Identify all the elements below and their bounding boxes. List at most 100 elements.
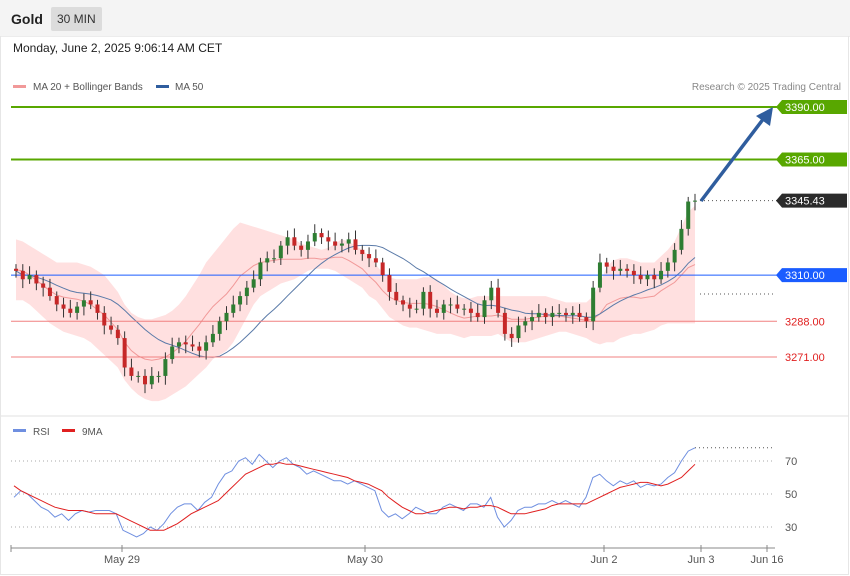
rsi-legend-label: RSI [33, 427, 50, 438]
candle-body [312, 233, 317, 242]
candle-body [14, 268, 18, 271]
copyright-text: Research © 2025 Trading Central [692, 82, 841, 93]
candle-body [373, 258, 378, 263]
candle-body [686, 201, 691, 229]
candle-body [591, 287, 596, 322]
ma9-legend-swatch [62, 429, 75, 432]
candle-body [170, 346, 175, 360]
candle-body [563, 312, 568, 315]
candle-body [665, 262, 670, 271]
candle-body [638, 275, 643, 280]
rsi-tick-50: 50 [785, 489, 797, 501]
candle-body [625, 268, 630, 271]
candle-body [333, 241, 338, 246]
candle-body [197, 346, 202, 351]
candle-body [346, 239, 351, 244]
candle-body [367, 254, 372, 259]
candle-body [190, 344, 195, 347]
x-tick-label: May 30 [347, 554, 383, 566]
candle-body [584, 317, 589, 322]
candle-body [394, 291, 399, 301]
candle-body [414, 308, 419, 310]
candle-body [502, 312, 507, 334]
candle-body [251, 279, 256, 288]
candle-body [156, 375, 161, 377]
rsi-tick-70: 70 [785, 456, 797, 468]
candle-body [68, 308, 73, 313]
candle-body [305, 241, 310, 250]
candle-body [183, 342, 188, 345]
candle-body [34, 275, 39, 284]
level-label-3310.00: 3310.00 [785, 270, 825, 282]
candle-body [611, 266, 616, 271]
candle-body [61, 304, 66, 309]
level-label-3271.00: 3271.00 [785, 352, 825, 364]
rsi-series-9MA [13, 462, 696, 531]
rsi-tick-30: 30 [785, 522, 797, 534]
rsi-series-RSI [13, 447, 696, 538]
candle-body [401, 300, 406, 305]
candle-body [339, 243, 344, 246]
candle-body [550, 312, 555, 318]
candle-body [672, 249, 677, 263]
candle-body [88, 300, 93, 305]
ma9-legend-label: 9MA [82, 427, 103, 438]
candle-body [224, 312, 229, 322]
candle-body [652, 275, 657, 280]
candle-body [448, 304, 453, 306]
ma20-legend-swatch [13, 85, 26, 88]
candle-body [482, 300, 487, 318]
candle-body [407, 304, 412, 309]
chart-area[interactable]: MA 20 + Bollinger Bands MA 50 Research ©… [0, 0, 850, 576]
candle-body [496, 287, 501, 313]
candle-body [115, 329, 120, 339]
candle-body [326, 237, 331, 242]
candle-body [319, 233, 324, 238]
candle-body [272, 258, 277, 260]
candle-body [360, 249, 365, 255]
candle-body [143, 375, 148, 385]
candle-body [516, 325, 521, 339]
candle-body [47, 287, 52, 297]
candle-body [462, 308, 467, 310]
candle-body [475, 312, 480, 318]
candle-body [258, 262, 263, 280]
candle-body [204, 342, 209, 351]
candle-body [210, 333, 215, 343]
candle-body [631, 270, 636, 276]
candle-body [244, 287, 249, 297]
candle-body [41, 283, 46, 288]
candle-body [509, 333, 514, 339]
candle-body [645, 275, 650, 280]
candle-body [136, 375, 141, 377]
level-label-3288.00: 3288.00 [785, 316, 825, 328]
candle-body [434, 308, 439, 313]
candle-body [292, 237, 297, 246]
candle-body [530, 317, 535, 322]
level-label-3390.00: 3390.00 [785, 102, 825, 114]
candle-body [299, 245, 304, 250]
candle-body [387, 275, 392, 292]
candle-body [95, 304, 100, 313]
candle-body [231, 304, 236, 313]
candle-body [217, 321, 222, 334]
candle-body [278, 245, 283, 259]
candle-body [176, 342, 181, 347]
x-tick-label: Jun 3 [688, 554, 715, 566]
level-label-3365.00: 3365.00 [785, 155, 825, 167]
candle-body [489, 287, 494, 301]
candle-body [557, 312, 562, 314]
candle-body [102, 312, 107, 326]
candle-body [75, 306, 80, 313]
candle-body [455, 304, 460, 309]
x-tick-label: May 29 [104, 554, 140, 566]
candle-body [353, 239, 358, 250]
x-tick-label: Jun 16 [750, 554, 783, 566]
candle-body [536, 312, 541, 318]
candle-body [570, 312, 575, 315]
candle-body [380, 262, 385, 276]
candle-body [543, 312, 548, 318]
candle-body [238, 296, 243, 305]
rsi-legend-swatch [13, 429, 26, 432]
candle-body [149, 375, 154, 385]
